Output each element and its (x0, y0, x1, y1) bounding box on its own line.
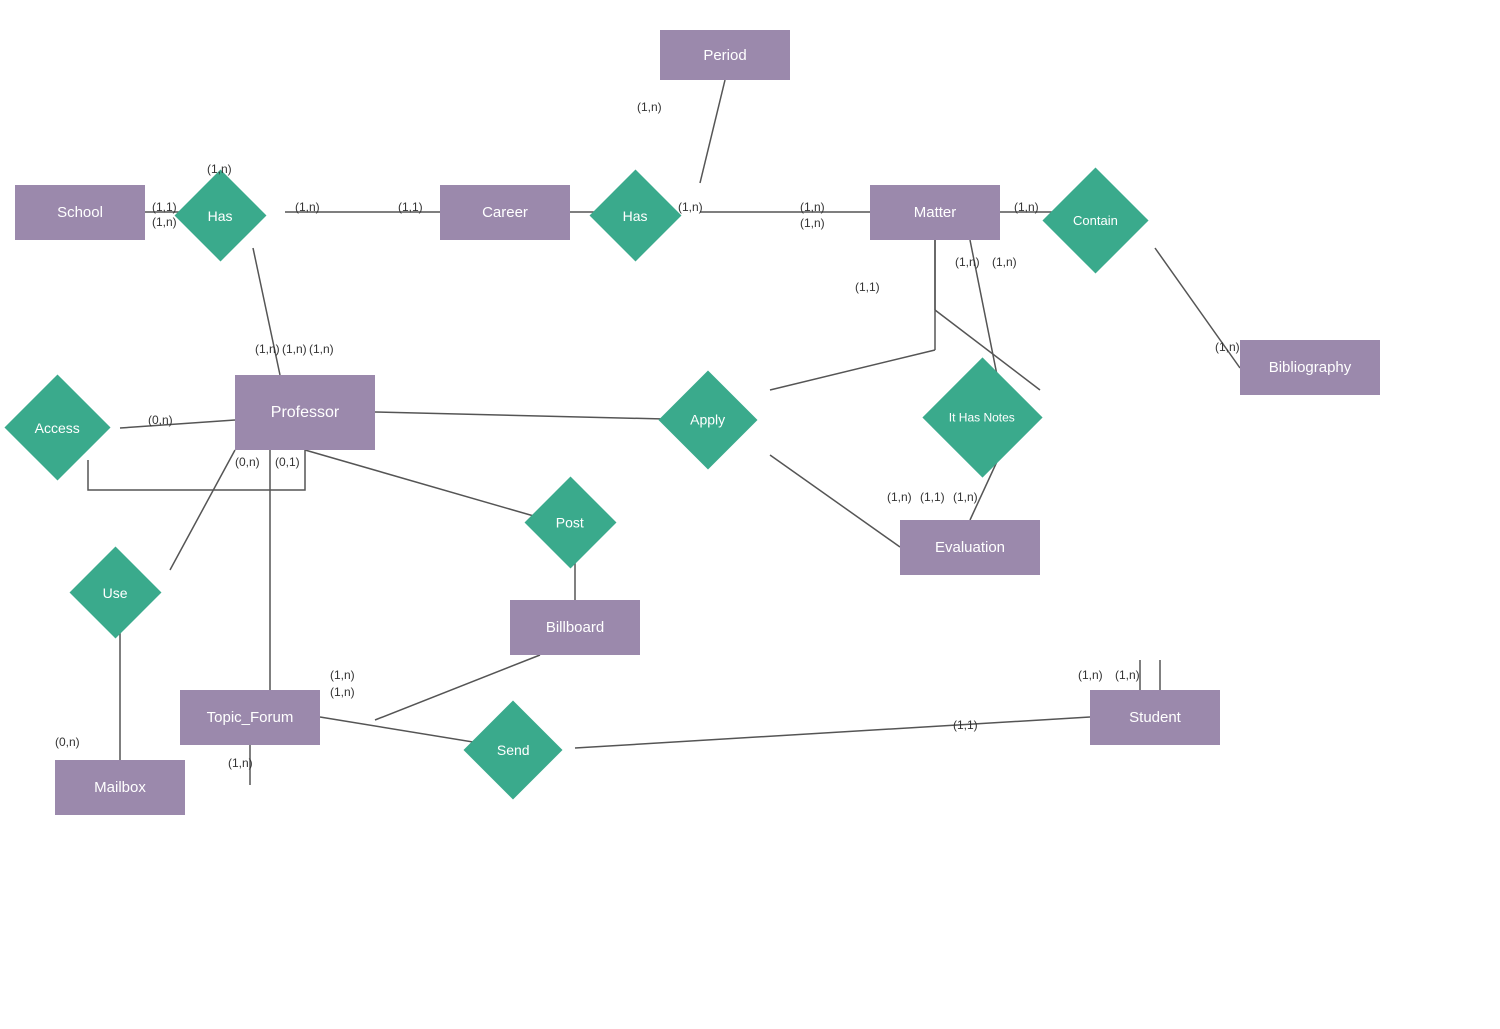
card-topic-send2: (1,n) (330, 685, 355, 699)
card-matter-apply: (1,1) (855, 280, 880, 294)
card-prof-access2: (0,1) (275, 455, 300, 469)
entity-topic-forum: Topic_Forum (180, 690, 320, 745)
card-ihn-eval2: (1,1) (920, 490, 945, 504)
card-contain-bib: (1,n) (1215, 340, 1240, 354)
connection-lines (0, 0, 1500, 1029)
card-ihn-eval1: (1,n) (887, 490, 912, 504)
card-topic-bottom: (1,n) (228, 756, 253, 770)
card-has1-career-left: (1,n) (295, 200, 320, 214)
entity-professor: Professor (235, 375, 375, 450)
card-student-top1: (1,n) (1078, 668, 1103, 682)
rel-it-has-notes: It Has Notes (922, 357, 1042, 477)
card-matter-left2: (1,n) (800, 216, 825, 230)
rel-access: Access (4, 374, 110, 480)
card-matter-contain: (1,n) (1014, 200, 1039, 214)
rel-has1: Has (175, 170, 267, 262)
rel-post: Post (525, 477, 617, 569)
rel-has2: Has (590, 170, 682, 262)
entity-school: School (15, 185, 145, 240)
er-diagram: Period School Career Matter Bibliography… (0, 0, 1500, 1029)
entity-matter: Matter (870, 185, 1000, 240)
card-has2-matter-left: (1,n) (678, 200, 703, 214)
card-career-has2-left: (1,1) (398, 200, 423, 214)
card-send-student: (1,1) (953, 718, 978, 732)
card-has1-top: (1,n) (207, 162, 232, 176)
entity-mailbox: Mailbox (55, 760, 185, 815)
rel-contain: Contain (1042, 167, 1148, 273)
card-ihn-eval3: (1,n) (953, 490, 978, 504)
rel-apply: Apply (659, 371, 758, 470)
entity-student: Student (1090, 690, 1220, 745)
rel-send: Send (464, 701, 563, 800)
card-matter-left: (1,n) (800, 200, 825, 214)
card-has1-prof3: (1,n) (309, 342, 334, 356)
card-school-has1-right: (1,1) (152, 200, 177, 214)
card-matter-ihn2: (1,n) (992, 255, 1017, 269)
card-school-has1-right2: (1,n) (152, 215, 177, 229)
card-topic-send1: (1,n) (330, 668, 355, 682)
card-has1-prof1: (1,n) (255, 342, 280, 356)
card-period-has2: (1,n) (637, 100, 662, 114)
card-matter-ihn: (1,n) (955, 255, 980, 269)
entity-evaluation: Evaluation (900, 520, 1040, 575)
card-prof-access1: (0,n) (235, 455, 260, 469)
entity-period: Period (660, 30, 790, 80)
card-access-prof: (0,n) (148, 413, 173, 427)
card-has1-prof2: (1,n) (282, 342, 307, 356)
card-student-top2: (1,n) (1115, 668, 1140, 682)
entity-billboard: Billboard (510, 600, 640, 655)
rel-use: Use (70, 547, 162, 639)
entity-bibliography: Bibliography (1240, 340, 1380, 395)
card-use-mailbox: (0,n) (55, 735, 80, 749)
entity-career: Career (440, 185, 570, 240)
